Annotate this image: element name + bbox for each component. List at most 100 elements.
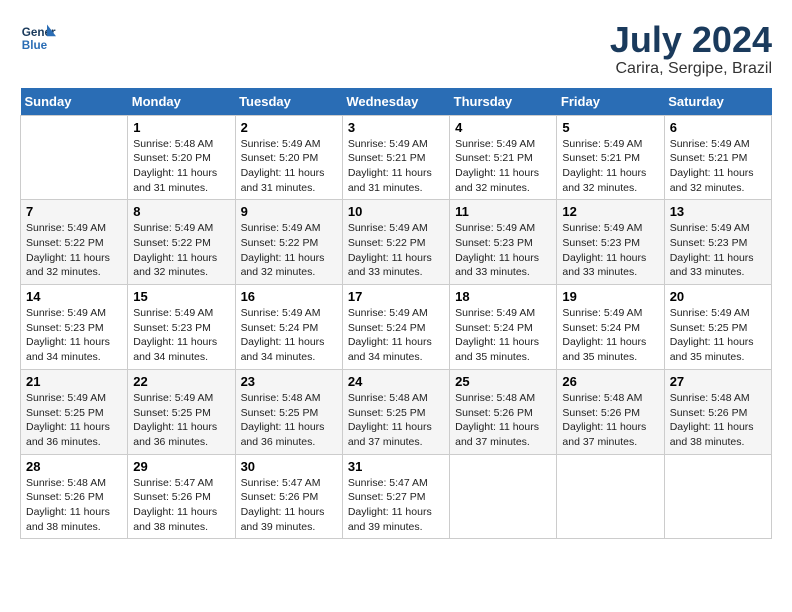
day-info: Sunrise: 5:49 AM Sunset: 5:24 PM Dayligh… — [562, 306, 658, 365]
day-number: 4 — [455, 120, 551, 135]
calendar-cell: 11 Sunrise: 5:49 AM Sunset: 5:23 PM Dayli… — [450, 200, 557, 285]
logo-icon: General Blue — [20, 20, 56, 56]
day-info: Sunrise: 5:48 AM Sunset: 5:25 PM Dayligh… — [348, 391, 444, 450]
calendar-cell: 15 Sunrise: 5:49 AM Sunset: 5:23 PM Dayli… — [128, 285, 235, 370]
day-info: Sunrise: 5:49 AM Sunset: 5:22 PM Dayligh… — [348, 221, 444, 280]
calendar-week-4: 21Sunrise: 5:49 AM Sunset: 5:25 PM Dayli… — [21, 369, 772, 454]
day-number: 29 — [133, 459, 229, 474]
calendar-cell: 4 Sunrise: 5:49 AM Sunset: 5:21 PM Daylig… — [450, 115, 557, 200]
calendar-cell — [557, 454, 664, 539]
calendar-cell: 18Sunrise: 5:49 AM Sunset: 5:24 PM Dayli… — [450, 285, 557, 370]
day-info: Sunrise: 5:49 AM Sunset: 5:24 PM Dayligh… — [455, 306, 551, 365]
day-info: Sunrise: 5:48 AM Sunset: 5:26 PM Dayligh… — [562, 391, 658, 450]
calendar-cell: 3Sunrise: 5:49 AM Sunset: 5:21 PM Daylig… — [342, 115, 449, 200]
calendar-cell: 14 Sunrise: 5:49 AM Sunset: 5:23 PM Dayli… — [21, 285, 128, 370]
day-info: Sunrise: 5:49 AM Sunset: 5:20 PM Dayligh… — [241, 137, 337, 196]
weekday-header-saturday: Saturday — [664, 88, 771, 116]
day-number: 12 — [562, 204, 658, 219]
day-number: 13 — [670, 204, 766, 219]
calendar-cell — [21, 115, 128, 200]
day-number: 19 — [562, 289, 658, 304]
day-number: 26 — [562, 374, 658, 389]
day-info: Sunrise: 5:49 AM Sunset: 5:21 PM Dayligh… — [562, 137, 658, 196]
calendar-week-1: 1Sunrise: 5:48 AM Sunset: 5:20 PM Daylig… — [21, 115, 772, 200]
calendar-cell: 19 Sunrise: 5:49 AM Sunset: 5:24 PM Dayli… — [557, 285, 664, 370]
day-info: Sunrise: 5:48 AM Sunset: 5:26 PM Dayligh… — [670, 391, 766, 450]
day-info: Sunrise: 5:49 AM Sunset: 5:22 PM Dayligh… — [133, 221, 229, 280]
title-block: July 2024 Carira, Sergipe, Brazil — [610, 20, 772, 78]
month-title: July 2024 — [610, 20, 772, 60]
day-info: Sunrise: 5:49 AM Sunset: 5:22 PM Dayligh… — [241, 221, 337, 280]
day-number: 9 — [241, 204, 337, 219]
calendar-cell: 16 Sunrise: 5:49 AM Sunset: 5:24 PM Dayli… — [235, 285, 342, 370]
day-info: Sunrise: 5:49 AM Sunset: 5:23 PM Dayligh… — [26, 306, 122, 365]
weekday-header-friday: Friday — [557, 88, 664, 116]
calendar-cell: 26 Sunrise: 5:48 AM Sunset: 5:26 PM Dayli… — [557, 369, 664, 454]
calendar-cell: 9 Sunrise: 5:49 AM Sunset: 5:22 PM Daylig… — [235, 200, 342, 285]
day-number: 30 — [241, 459, 337, 474]
calendar-cell: 24 Sunrise: 5:48 AM Sunset: 5:25 PM Dayli… — [342, 369, 449, 454]
day-info: Sunrise: 5:49 AM Sunset: 5:23 PM Dayligh… — [133, 306, 229, 365]
day-number: 14 — [26, 289, 122, 304]
day-number: 31 — [348, 459, 444, 474]
calendar-week-3: 14 Sunrise: 5:49 AM Sunset: 5:23 PM Dayli… — [21, 285, 772, 370]
day-number: 2 — [241, 120, 337, 135]
day-info: Sunrise: 5:49 AM Sunset: 5:21 PM Dayligh… — [670, 137, 766, 196]
calendar-cell: 22 Sunrise: 5:49 AM Sunset: 5:25 PM Dayli… — [128, 369, 235, 454]
calendar-cell: 17Sunrise: 5:49 AM Sunset: 5:24 PM Dayli… — [342, 285, 449, 370]
day-number: 23 — [241, 374, 337, 389]
calendar-cell: 7Sunrise: 5:49 AM Sunset: 5:22 PM Daylig… — [21, 200, 128, 285]
day-info: Sunrise: 5:49 AM Sunset: 5:25 PM Dayligh… — [670, 306, 766, 365]
calendar-body: 1Sunrise: 5:48 AM Sunset: 5:20 PM Daylig… — [21, 115, 772, 539]
day-info: Sunrise: 5:49 AM Sunset: 5:24 PM Dayligh… — [348, 306, 444, 365]
day-info: Sunrise: 5:49 AM Sunset: 5:23 PM Dayligh… — [455, 221, 551, 280]
calendar-cell: 27 Sunrise: 5:48 AM Sunset: 5:26 PM Dayli… — [664, 369, 771, 454]
day-info: Sunrise: 5:49 AM Sunset: 5:21 PM Dayligh… — [455, 137, 551, 196]
day-number: 3 — [348, 120, 444, 135]
calendar-table: SundayMondayTuesdayWednesdayThursdayFrid… — [20, 88, 772, 540]
day-info: Sunrise: 5:49 AM Sunset: 5:24 PM Dayligh… — [241, 306, 337, 365]
day-info: Sunrise: 5:49 AM Sunset: 5:23 PM Dayligh… — [670, 221, 766, 280]
day-info: Sunrise: 5:47 AM Sunset: 5:27 PM Dayligh… — [348, 476, 444, 535]
day-number: 11 — [455, 204, 551, 219]
weekday-header-wednesday: Wednesday — [342, 88, 449, 116]
day-info: Sunrise: 5:47 AM Sunset: 5:26 PM Dayligh… — [241, 476, 337, 535]
day-info: Sunrise: 5:49 AM Sunset: 5:25 PM Dayligh… — [26, 391, 122, 450]
day-number: 10 — [348, 204, 444, 219]
calendar-cell: 2 Sunrise: 5:49 AM Sunset: 5:20 PM Daylig… — [235, 115, 342, 200]
calendar-cell — [664, 454, 771, 539]
weekday-header-monday: Monday — [128, 88, 235, 116]
location-title: Carira, Sergipe, Brazil — [610, 60, 772, 78]
calendar-cell: 29 Sunrise: 5:47 AM Sunset: 5:26 PM Dayli… — [128, 454, 235, 539]
day-number: 27 — [670, 374, 766, 389]
day-number: 24 — [348, 374, 444, 389]
calendar-cell: 21Sunrise: 5:49 AM Sunset: 5:25 PM Dayli… — [21, 369, 128, 454]
calendar-cell: 8Sunrise: 5:49 AM Sunset: 5:22 PM Daylig… — [128, 200, 235, 285]
day-number: 16 — [241, 289, 337, 304]
calendar-cell: 28Sunrise: 5:48 AM Sunset: 5:26 PM Dayli… — [21, 454, 128, 539]
day-info: Sunrise: 5:48 AM Sunset: 5:26 PM Dayligh… — [26, 476, 122, 535]
svg-text:Blue: Blue — [22, 39, 48, 52]
day-info: Sunrise: 5:48 AM Sunset: 5:25 PM Dayligh… — [241, 391, 337, 450]
day-number: 6 — [670, 120, 766, 135]
calendar-cell: 10 Sunrise: 5:49 AM Sunset: 5:22 PM Dayli… — [342, 200, 449, 285]
weekday-header-row: SundayMondayTuesdayWednesdayThursdayFrid… — [21, 88, 772, 116]
day-number: 25 — [455, 374, 551, 389]
calendar-cell: 1Sunrise: 5:48 AM Sunset: 5:20 PM Daylig… — [128, 115, 235, 200]
calendar-cell: 6 Sunrise: 5:49 AM Sunset: 5:21 PM Daylig… — [664, 115, 771, 200]
day-number: 15 — [133, 289, 229, 304]
calendar-cell: 23 Sunrise: 5:48 AM Sunset: 5:25 PM Dayli… — [235, 369, 342, 454]
day-number: 5 — [562, 120, 658, 135]
weekday-header-sunday: Sunday — [21, 88, 128, 116]
day-number: 7 — [26, 204, 122, 219]
day-info: Sunrise: 5:49 AM Sunset: 5:25 PM Dayligh… — [133, 391, 229, 450]
day-info: Sunrise: 5:47 AM Sunset: 5:26 PM Dayligh… — [133, 476, 229, 535]
calendar-cell — [450, 454, 557, 539]
day-number: 22 — [133, 374, 229, 389]
calendar-cell: 5 Sunrise: 5:49 AM Sunset: 5:21 PM Daylig… — [557, 115, 664, 200]
calendar-cell: 30 Sunrise: 5:47 AM Sunset: 5:26 PM Dayli… — [235, 454, 342, 539]
day-info: Sunrise: 5:49 AM Sunset: 5:23 PM Dayligh… — [562, 221, 658, 280]
calendar-cell: 13 Sunrise: 5:49 AM Sunset: 5:23 PM Dayli… — [664, 200, 771, 285]
day-number: 1 — [133, 120, 229, 135]
calendar-cell: 12 Sunrise: 5:49 AM Sunset: 5:23 PM Dayli… — [557, 200, 664, 285]
